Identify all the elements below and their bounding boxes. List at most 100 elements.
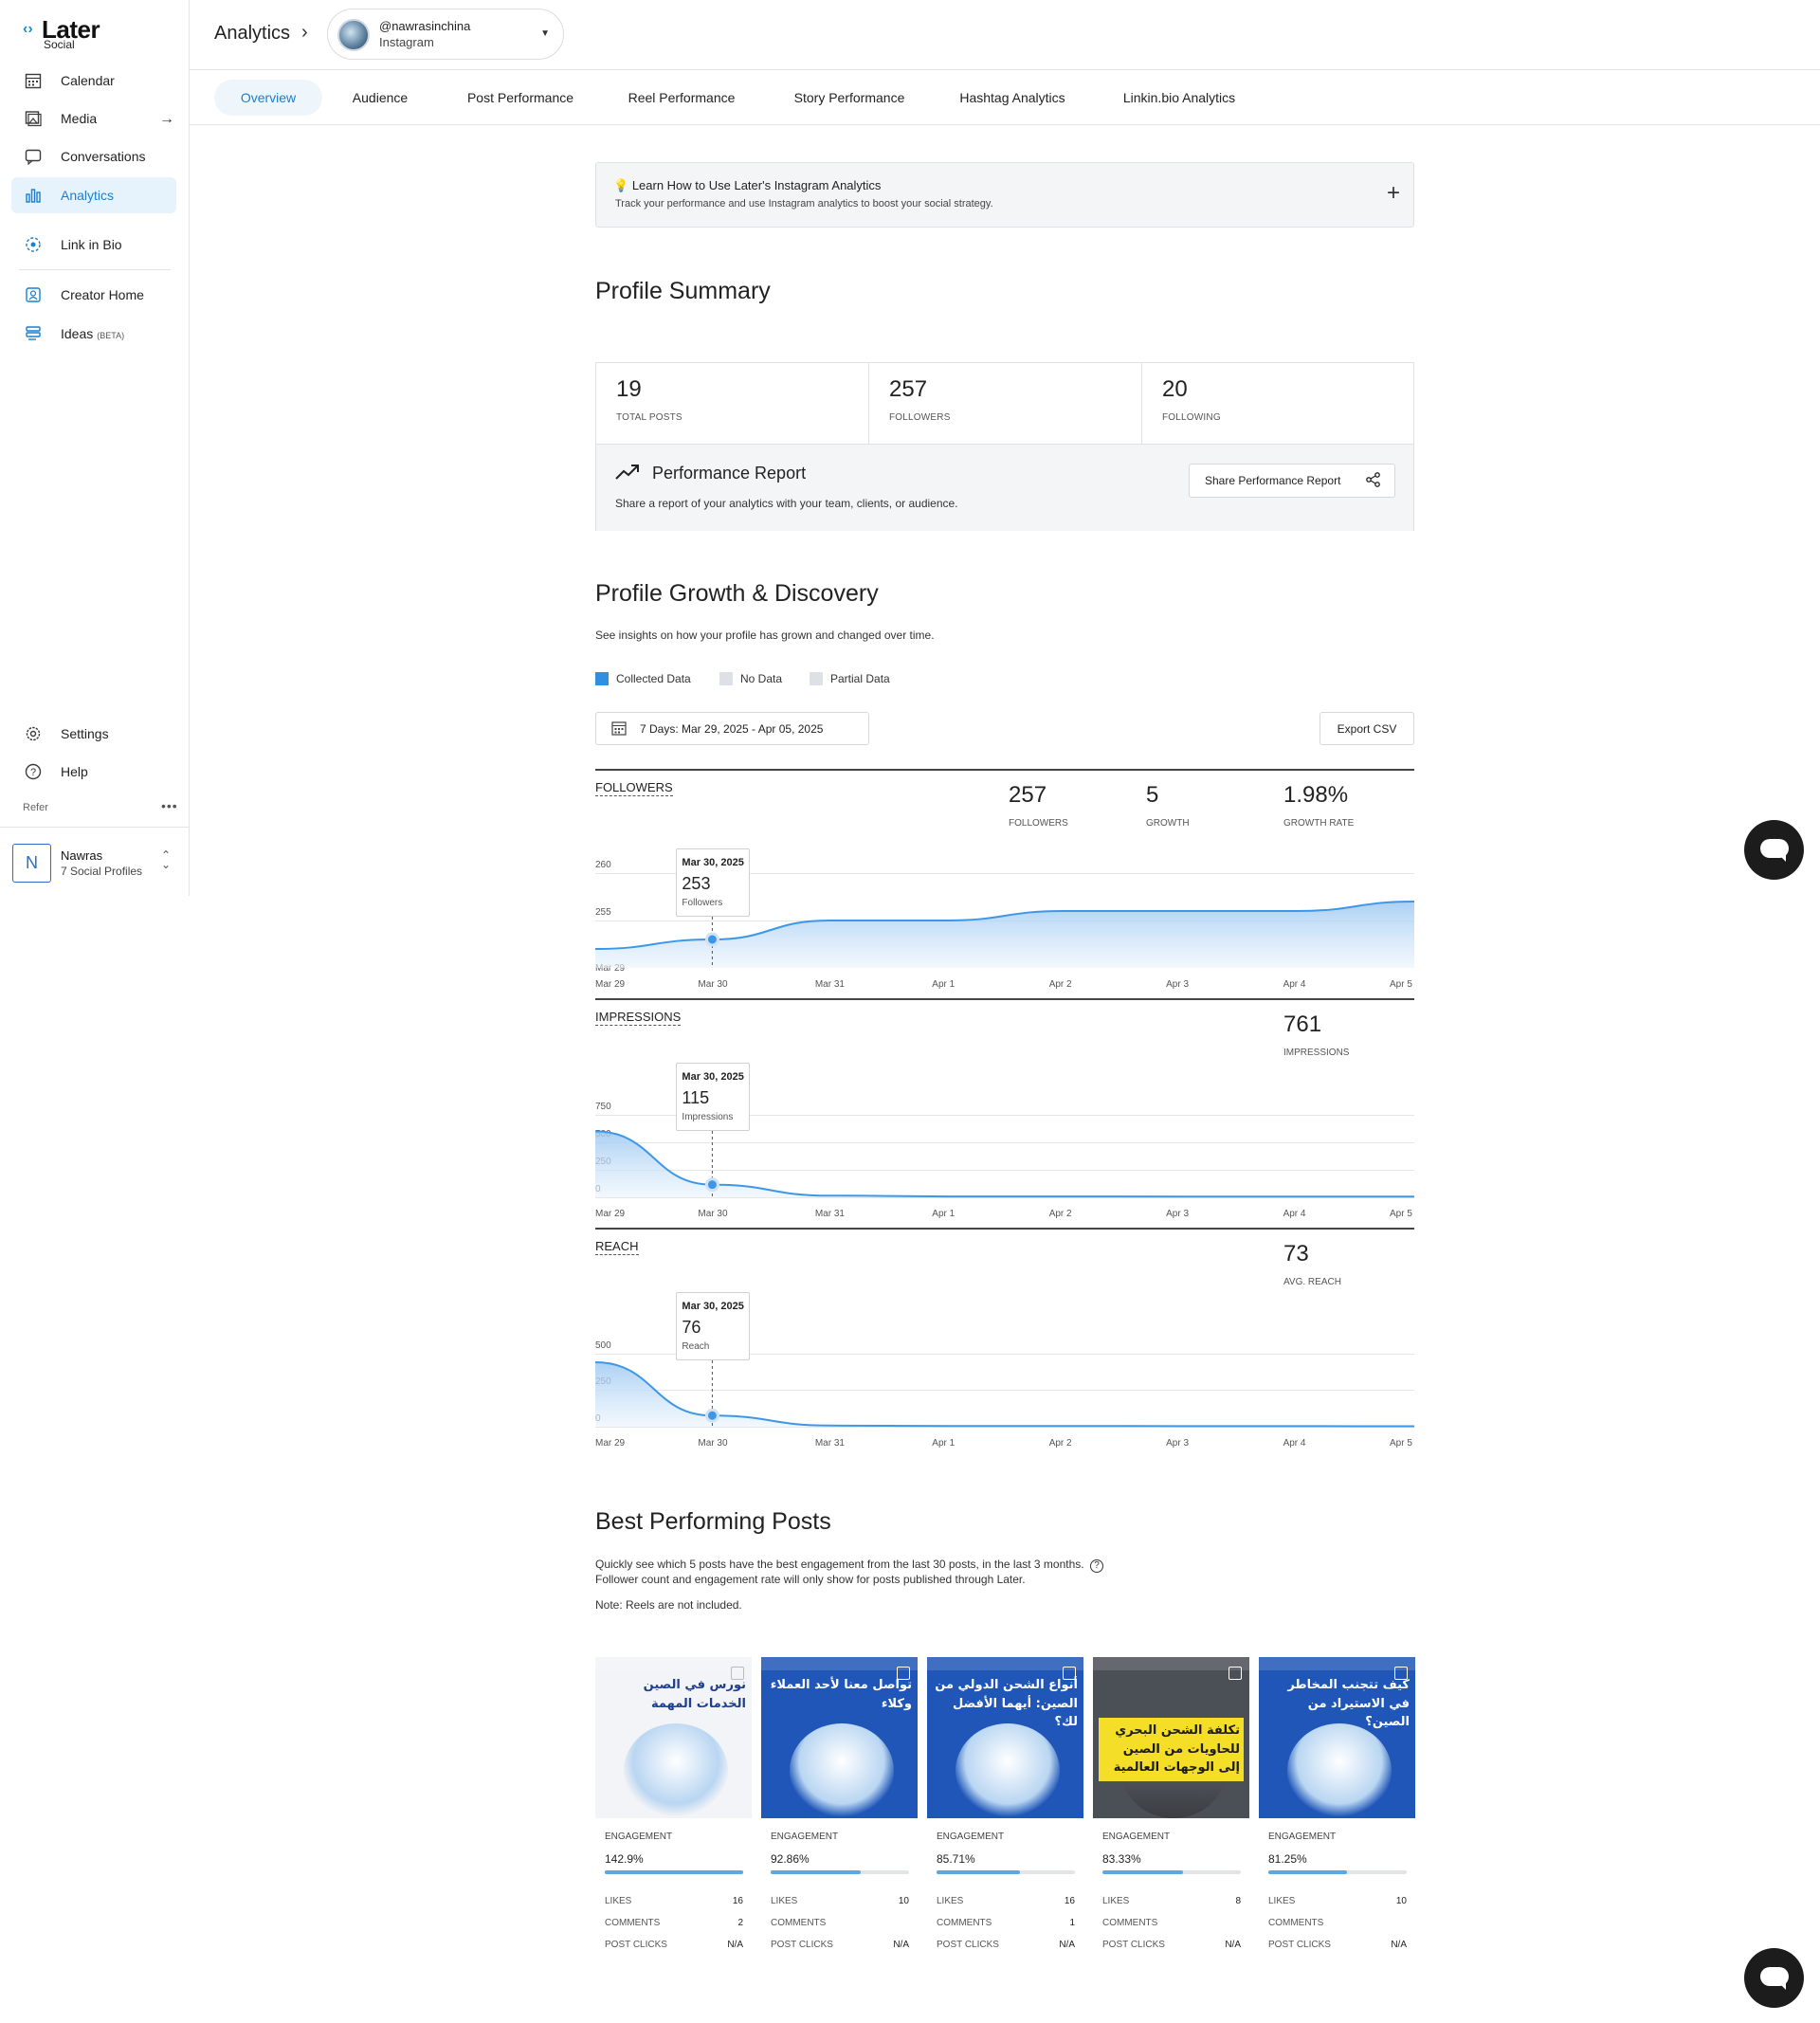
x-tick: Mar 31 — [814, 979, 845, 990]
page-title: Analytics — [214, 23, 291, 44]
beta-badge: (BETA) — [97, 331, 125, 340]
chat-support-button[interactable] — [1744, 1948, 1804, 2008]
x-tick: Mar 31 — [814, 1209, 845, 1219]
engagement-value: 142.9% — [605, 1852, 644, 1866]
x-tick: Mar 30 — [698, 1209, 728, 1219]
share-report-label: Share Performance Report — [1205, 474, 1341, 487]
sidebar-item-conversations[interactable]: Conversations — [11, 138, 176, 174]
post-thumbnail[interactable]: ﻛﻴﻒ ﺗﺘﺠﻨﺐ ﺍﻟﻤﺨﺎﻃﺮ ﻓﻲ ﺍﻻﺳﺘﻴﺮﺍﺩ ﻣﻦ ﺍﻟﺼﻴﻦ؟ — [1259, 1657, 1415, 1818]
stat-total-posts: 19 TOTAL POSTS — [596, 363, 869, 444]
post-thumbnail[interactable]: ﺃﻧﻮﺍﻉ ﺍﻟﺸﺤﻦ ﺍﻟﺪﻭﻟﻲ ﻣﻦ ﺍﻟﺼﻴﻦ: ﺃﻳﻬﻤﺎ ﺍﻷﻓﻀﻞ… — [927, 1657, 1083, 1818]
post-thumbnail[interactable]: ﻧﻮﺭﺱ ﻓﻲ ﺍﻟﺼﻴﻦ ﺍﻟﺨﺪﻣﺎﺕ ﺍﻟﻤﻬﻤﺔ — [595, 1657, 752, 1818]
sidebar-item-calendar[interactable]: Calendar — [11, 63, 176, 99]
legend-label: Collected Data — [616, 672, 691, 685]
post-stat-value: 8 — [1235, 1896, 1241, 1906]
learn-banner[interactable]: 💡 Learn How to Use Later's Instagram Ana… — [595, 162, 1414, 228]
data-point[interactable] — [704, 1177, 719, 1193]
post-stat-row: COMMENTS — [1102, 1918, 1241, 1928]
account-selector[interactable]: @nawrasinchina Instagram ▼ — [327, 9, 564, 60]
impressions-chart: 7505002500Mar 29Mar 30Mar 31Apr 1Apr 2Ap… — [595, 998, 1414, 1226]
best-posts-desc2: Follower count and engagement rate will … — [595, 1573, 1026, 1586]
post-caption: ﺗﻮﺍﺻﻞ ﻣﻌﻨﺎ ﻷﺣﺪ ﺍﻟﻌﻤﻼﺀ ﻭﻛﻼﺀ — [770, 1678, 912, 1711]
sidebar-item-label: Analytics — [61, 188, 115, 203]
post-caption: ﺗﻜﻠﻔﺔ ﺍﻟﺸﺤﻦ ﺍﻟﺒﺤﺮﻱ ﻟﻠﺤﺎﻭﻳﺎﺕ ﻣﻦ ﺍﻟﺼﻴﻦ ﺇﻟﻰ… — [1099, 1718, 1244, 1781]
tooltip-value: 115 — [682, 1088, 710, 1107]
account-avatar — [337, 19, 370, 51]
post-stat-label: POST CLICKS — [605, 1940, 667, 1950]
sidebar-item-creator-home[interactable]: Creator Home — [11, 277, 176, 313]
post-stat-label: COMMENTS — [771, 1918, 827, 1928]
lightbulb-icon: 💡 — [613, 178, 629, 192]
engagement-value: 81.25% — [1268, 1852, 1307, 1866]
post-thumbnail[interactable]: ﺗﻮﺍﺻﻞ ﻣﻌﻨﺎ ﻷﺣﺪ ﺍﻟﻌﻤﻼﺀ ﻭﻛﻼﺀ — [761, 1657, 918, 1818]
post-stat-row: POST CLICKS N/A — [1102, 1940, 1241, 1950]
legend-swatch — [810, 672, 823, 685]
tab-hashtag-analytics[interactable]: Hashtag Analytics — [946, 80, 1079, 116]
x-tick: Apr 5 — [1390, 979, 1412, 990]
x-tick: Mar 29 — [595, 1438, 626, 1449]
post-stat-row: COMMENTS — [771, 1918, 909, 1928]
sidebar-item-link-in-bio[interactable]: Link in Bio — [11, 227, 176, 263]
engagement-bar-fill — [605, 1870, 743, 1874]
calendar-icon — [611, 720, 627, 738]
post-stat-row: POST CLICKS N/A — [605, 1940, 743, 1950]
avatar: N — [12, 844, 51, 883]
tooltip-label: Followers — [682, 898, 723, 908]
post-header-strip — [1259, 1657, 1415, 1670]
sidebar-item-ideas[interactable]: Ideas (BETA) — [11, 316, 176, 352]
image-icon — [17, 109, 49, 128]
best-posts-title: Best Performing Posts — [595, 1508, 831, 1535]
performance-report-subtitle: Share a report of your analytics with yo… — [615, 497, 958, 510]
post-stat-value: N/A — [893, 1940, 909, 1950]
post-stat-label: LIKES — [937, 1896, 964, 1906]
x-tick: Apr 1 — [932, 1438, 956, 1449]
help-icon[interactable]: ? — [1089, 1559, 1103, 1573]
post-header-strip — [761, 1657, 918, 1670]
chevron-right-icon: › — [301, 22, 308, 43]
x-tick: Mar 31 — [814, 1438, 845, 1449]
engagement-bar — [937, 1870, 1075, 1874]
trending-up-icon — [615, 462, 640, 486]
gear-icon — [17, 724, 49, 743]
tab-linkinbio-analytics[interactable]: Linkin.bio Analytics — [1100, 80, 1259, 116]
post-graphic — [624, 1723, 728, 1818]
post-stat-label: LIKES — [605, 1896, 632, 1906]
export-csv-button[interactable]: Export CSV — [1320, 712, 1414, 745]
best-posts-desc: Quickly see which 5 posts have the best … — [595, 1558, 1103, 1573]
post-stat-row: LIKES 10 — [771, 1896, 909, 1906]
sidebar-item-help[interactable]: ? Help — [11, 754, 176, 790]
legend-label: No Data — [740, 672, 783, 685]
post-thumbnail[interactable]: ﺗﻜﻠﻔﺔ ﺍﻟﺸﺤﻦ ﺍﻟﺒﺤﺮﻱ ﻟﻠﺤﺎﻭﻳﺎﺕ ﻣﻦ ﺍﻟﺼﻴﻦ ﺇﻟﻰ… — [1093, 1657, 1249, 1818]
share-icon — [1366, 472, 1381, 491]
refer-label: Refer — [23, 802, 48, 813]
data-point[interactable] — [704, 1408, 719, 1423]
tab-reel-performance[interactable]: Reel Performance — [611, 80, 752, 116]
engagement-bar-fill — [937, 1870, 1020, 1874]
multi-image-icon — [897, 1667, 910, 1680]
sidebar-item-media[interactable]: Media → — [11, 100, 176, 137]
share-report-button[interactable]: Share Performance Report — [1189, 464, 1395, 498]
tab-audience[interactable]: Audience — [332, 80, 428, 116]
plus-icon[interactable]: + — [1387, 180, 1400, 207]
sidebar-item-label: Link in Bio — [61, 237, 122, 252]
post-stat-row: LIKES 16 — [605, 1896, 743, 1906]
date-range-picker[interactable]: 7 Days: Mar 29, 2025 - Apr 05, 2025 — [595, 712, 869, 745]
arrow-right-icon[interactable]: → — [159, 111, 174, 128]
x-tick: Mar 30 — [698, 1438, 728, 1449]
sidebar-item-settings[interactable]: Settings — [11, 716, 176, 752]
svg-text:?: ? — [30, 767, 36, 778]
x-tick: Apr 2 — [1048, 979, 1072, 990]
sidebar-item-analytics[interactable]: Analytics — [11, 177, 176, 213]
post-stat-value: 10 — [898, 1896, 909, 1906]
tab-overview[interactable]: Overview — [214, 80, 322, 116]
tab-post-performance[interactable]: Post Performance — [450, 80, 591, 116]
more-dots-icon[interactable]: ••• — [161, 798, 178, 813]
multi-image-icon — [1228, 1667, 1242, 1680]
legend-swatch — [595, 672, 609, 685]
tab-story-performance[interactable]: Story Performance — [774, 80, 925, 116]
data-point[interactable] — [704, 932, 719, 947]
chat-support-button[interactable] — [1744, 820, 1804, 880]
stat-label: FOLLOWERS — [889, 412, 951, 423]
profile-switcher[interactable]: N Nawras 7 Social Profiles ⌃ ⌄ — [0, 827, 190, 895]
chat-icon-tail — [1778, 1982, 1786, 1990]
